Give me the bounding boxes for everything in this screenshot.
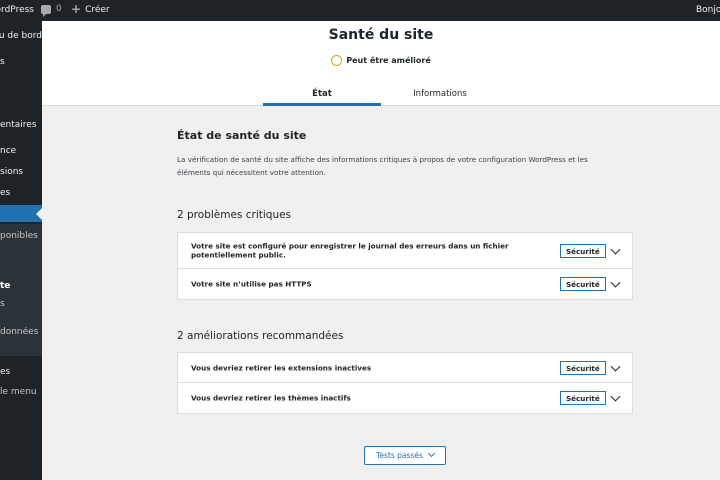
section-description: La vérification de santé du site affiche… [177,155,588,177]
tab-status[interactable]: État [263,81,381,106]
sidebar-item-users[interactable]: es [0,188,42,198]
sidebar-subitem-export[interactable]: s [0,299,42,309]
admin-sidebar: u de bord s entaires nce sions es ponibl… [0,21,42,480]
sidebar-item-settings[interactable]: es [0,367,42,377]
chevron-down-icon[interactable] [610,391,621,402]
plus-icon: + [71,2,82,16]
passed-tests-label: Tests passés [376,451,423,460]
sidebar-subitem-available-tools[interactable]: ponibles [0,231,42,241]
issue-row[interactable]: Vous devriez retirer les thèmes inactifs… [178,383,632,413]
site-name-link[interactable]: WordPress [0,5,34,15]
comment-bubble-icon [41,4,51,17]
create-new-link[interactable]: + Créer [71,2,110,16]
passed-tests-button[interactable]: Tests passés [364,446,446,465]
sidebar-item-appearance[interactable]: nce [0,146,42,156]
issue-label: Votre site est configuré pour enregistre… [191,241,509,260]
critical-issues-list: Votre site est configuré pour enregistre… [177,232,633,300]
account-greeting[interactable]: Bonjour [696,5,720,15]
sidebar-item-plugins[interactable]: sions [0,167,42,177]
chevron-down-icon [427,449,435,458]
sidebar-subitem-personal-data[interactable]: données [0,327,42,337]
category-badge: Sécurité [560,391,606,405]
sidebar-item-comments[interactable]: entaires [0,120,42,130]
issue-label: Vous devriez retirer les extensions inac… [191,362,372,372]
site-health-header: Santé du site Peut être amélioré État In… [42,21,720,106]
recommended-improvements-title: 2 améliorations recommandées [177,330,344,342]
sidebar-collapse-menu[interactable]: le menu [0,387,42,397]
critical-issues-title: 2 problèmes critiques [177,209,292,221]
admin-bar: WordPress 0 + Créer Bonjour [0,0,720,21]
chevron-down-icon[interactable] [610,361,621,372]
sidebar-subitem-site-health[interactable]: te [0,281,42,291]
category-badge: Sécurité [560,243,606,258]
health-status: Peut être amélioré [42,55,720,66]
chevron-down-icon[interactable] [610,244,621,255]
page-title: Santé du site [328,27,434,43]
issue-label: Votre site n’utilise pas HTTPS [191,279,312,289]
comments-count: 0 [56,4,62,14]
issue-row[interactable]: Votre site est configuré pour enregistre… [178,233,632,269]
tab-info[interactable]: Informations [381,81,499,106]
section-heading: État de santé du site [177,129,307,142]
category-badge: Sécurité [560,360,606,375]
health-status-label: Peut être amélioré [346,56,431,65]
status-progress-ring-icon [331,55,343,66]
issue-label: Vous devriez retirer les thèmes inactifs [191,393,351,403]
category-badge: Sécurité [560,277,606,291]
comments-link[interactable]: 0 [41,4,62,17]
create-label: Créer [85,4,110,15]
issue-row[interactable]: Votre site n’utilise pas HTTPS Sécurité [178,269,632,299]
sidebar-item-posts[interactable]: s [0,57,42,67]
tab-bar: État Informations [42,81,720,106]
sidebar-item-dashboard[interactable]: u de bord [0,31,42,41]
chevron-down-icon[interactable] [610,277,621,288]
issue-row[interactable]: Vous devriez retirer les extensions inac… [178,353,632,383]
active-menu-arrow-icon [36,207,43,221]
recommended-improvements-list: Vous devriez retirer les extensions inac… [177,352,633,414]
